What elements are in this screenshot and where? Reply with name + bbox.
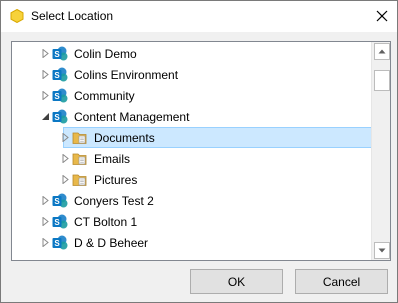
collapsed-arrow-icon[interactable] — [41, 91, 50, 100]
chevron-down-icon — [378, 248, 386, 253]
sharepoint-icon: S — [52, 88, 68, 103]
collapsed-arrow-icon[interactable] — [61, 133, 70, 142]
svg-text:S: S — [54, 197, 60, 206]
tree-item-label: Conyers Test 2 — [74, 194, 154, 208]
svg-text:S: S — [54, 239, 60, 248]
tree-item-label: Colin Demo — [74, 47, 137, 61]
tree-item-library[interactable]: Emails — [12, 148, 372, 169]
tree-item-label: CT Bolton 1 — [74, 215, 138, 229]
svg-text:S: S — [54, 218, 60, 227]
collapsed-arrow-icon[interactable] — [41, 196, 50, 205]
tree-item-site[interactable]: S D & D Beheer — [12, 232, 372, 253]
svg-text:S: S — [54, 71, 60, 80]
sharepoint-icon: S — [52, 193, 68, 208]
scroll-down-button[interactable] — [374, 242, 390, 259]
tree-item-label: Pictures — [94, 173, 138, 187]
expanded-arrow-icon[interactable] — [41, 112, 50, 121]
tree-item-library[interactable]: Pictures — [12, 169, 372, 190]
sharepoint-icon: S — [52, 235, 68, 250]
collapsed-arrow-icon[interactable] — [41, 70, 50, 79]
scroll-thumb[interactable] — [374, 70, 390, 91]
tree-item-label: D & D Beheer — [74, 236, 149, 250]
tree-item-site[interactable]: S Conyers Test 2 — [12, 190, 372, 211]
collapsed-arrow-icon[interactable] — [61, 175, 70, 184]
collapsed-arrow-icon[interactable] — [61, 154, 70, 163]
sharepoint-icon: S — [52, 46, 68, 61]
svg-text:S: S — [54, 50, 60, 59]
tree-item-label: Documents — [94, 131, 155, 145]
tree-item-site[interactable]: S Content Management — [12, 106, 372, 127]
select-location-dialog: Select Location S Colin Demo S Colins Envir… — [0, 0, 398, 303]
sharepoint-icon: S — [52, 109, 68, 124]
ok-button[interactable]: OK — [190, 269, 283, 294]
tree-item-library[interactable]: Documents — [12, 127, 372, 148]
vertical-scrollbar[interactable] — [371, 42, 390, 260]
document-library-icon — [72, 132, 87, 144]
close-icon[interactable] — [371, 5, 393, 27]
yellow-hexagon-icon — [10, 9, 24, 23]
location-tree[interactable]: S Colin Demo S Colins Environment S Community… — [11, 41, 391, 261]
sharepoint-icon: S — [52, 214, 68, 229]
collapsed-arrow-icon[interactable] — [41, 49, 50, 58]
svg-text:S: S — [54, 113, 60, 122]
tree-item-label: Colins Environment — [74, 68, 179, 82]
cancel-button[interactable]: Cancel — [295, 269, 388, 294]
document-library-icon — [72, 153, 87, 165]
tree-item-site[interactable]: S Colin Demo — [12, 43, 372, 64]
collapsed-arrow-icon[interactable] — [41, 217, 50, 226]
tree-item-label: Emails — [94, 152, 131, 166]
svg-text:S: S — [54, 92, 60, 101]
tree-item-site[interactable]: S Community — [12, 85, 372, 106]
tree-item-label: Content Management — [74, 110, 190, 124]
scroll-up-button[interactable] — [374, 43, 390, 60]
collapsed-arrow-icon[interactable] — [41, 238, 50, 247]
sharepoint-icon: S — [52, 67, 68, 82]
tree-item-label: Community — [74, 89, 135, 103]
chevron-up-icon — [378, 49, 386, 54]
title-bar: Select Location — [1, 1, 397, 32]
tree-item-site[interactable]: S CT Bolton 1 — [12, 211, 372, 232]
document-library-icon — [72, 174, 87, 186]
tree-item-site[interactable]: S Colins Environment — [12, 64, 372, 85]
window-title: Select Location — [31, 9, 114, 23]
